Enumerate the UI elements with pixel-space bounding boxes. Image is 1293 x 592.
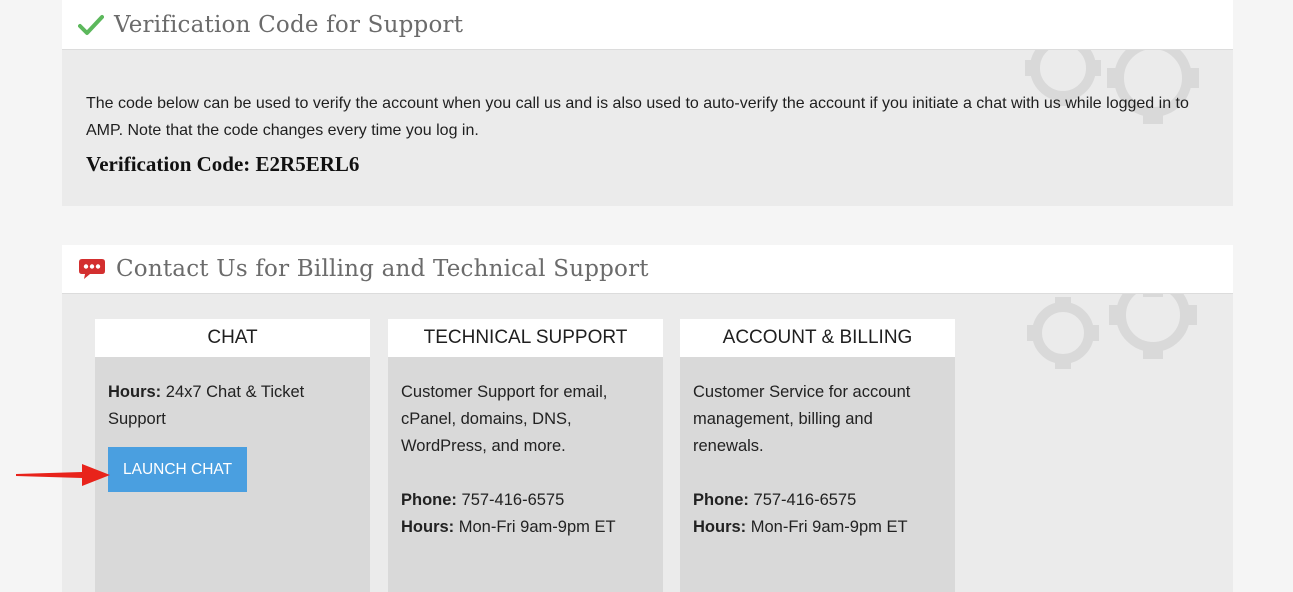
billing-phone-label: Phone: (693, 491, 749, 509)
chat-card: CHAT Hours: 24x7 Chat & Ticket Support L… (95, 319, 370, 592)
technical-support-card: TECHNICAL SUPPORT Customer Support for e… (388, 319, 663, 592)
account-billing-hours: Hours: Mon-Fri 9am-9pm ET (693, 514, 942, 541)
account-billing-description: Customer Service for account management,… (693, 383, 911, 455)
technical-phone-value: 757-416-6575 (461, 491, 565, 509)
technical-phone-label: Phone: (401, 491, 457, 509)
chat-card-header: CHAT (95, 319, 370, 357)
technical-support-phone: Phone: 757-416-6575 (401, 487, 650, 514)
technical-hours-value: Mon-Fri 9am-9pm ET (458, 518, 616, 536)
contact-title: Contact Us for Billing and Technical Sup… (116, 256, 649, 282)
gears-watermark-icon (1027, 285, 1197, 369)
account-billing-phone: Phone: 757-416-6575 (693, 487, 942, 514)
account-billing-card-header: ACCOUNT & BILLING (680, 319, 955, 357)
chat-hours-label: Hours: (108, 383, 162, 401)
red-arrow-icon (16, 464, 110, 486)
technical-support-description: Customer Support for email, cPanel, doma… (401, 383, 608, 455)
billing-hours-label: Hours: (693, 518, 747, 536)
billing-hours-value: Mon-Fri 9am-9pm ET (750, 518, 908, 536)
verification-code: Verification Code: E2R5ERL6 (86, 152, 1209, 177)
billing-phone-value: 757-416-6575 (753, 491, 857, 509)
contact-header: Contact Us for Billing and Technical Sup… (62, 245, 1233, 294)
chat-hours: Hours: 24x7 Chat & Ticket Support (108, 379, 357, 433)
account-billing-card: ACCOUNT & BILLING Customer Service for a… (680, 319, 955, 592)
technical-support-hours: Hours: Mon-Fri 9am-9pm ET (401, 514, 650, 541)
verification-code-value: E2R5ERL6 (255, 152, 360, 176)
technical-support-card-header: TECHNICAL SUPPORT (388, 319, 663, 357)
verification-panel: Verification Code for Support The code b… (62, 0, 1233, 206)
chat-bubble-icon (79, 259, 105, 279)
verification-title: Verification Code for Support (114, 11, 464, 38)
checkmark-icon (78, 14, 104, 35)
contact-panel: Contact Us for Billing and Technical Sup… (62, 245, 1233, 592)
launch-chat-button[interactable]: LAUNCH CHAT (108, 447, 248, 492)
technical-hours-label: Hours: (401, 518, 455, 536)
verification-header: Verification Code for Support (62, 0, 1233, 50)
verification-description: The code below can be used to verify the… (86, 95, 1189, 139)
verification-code-label: Verification Code: (86, 152, 251, 176)
